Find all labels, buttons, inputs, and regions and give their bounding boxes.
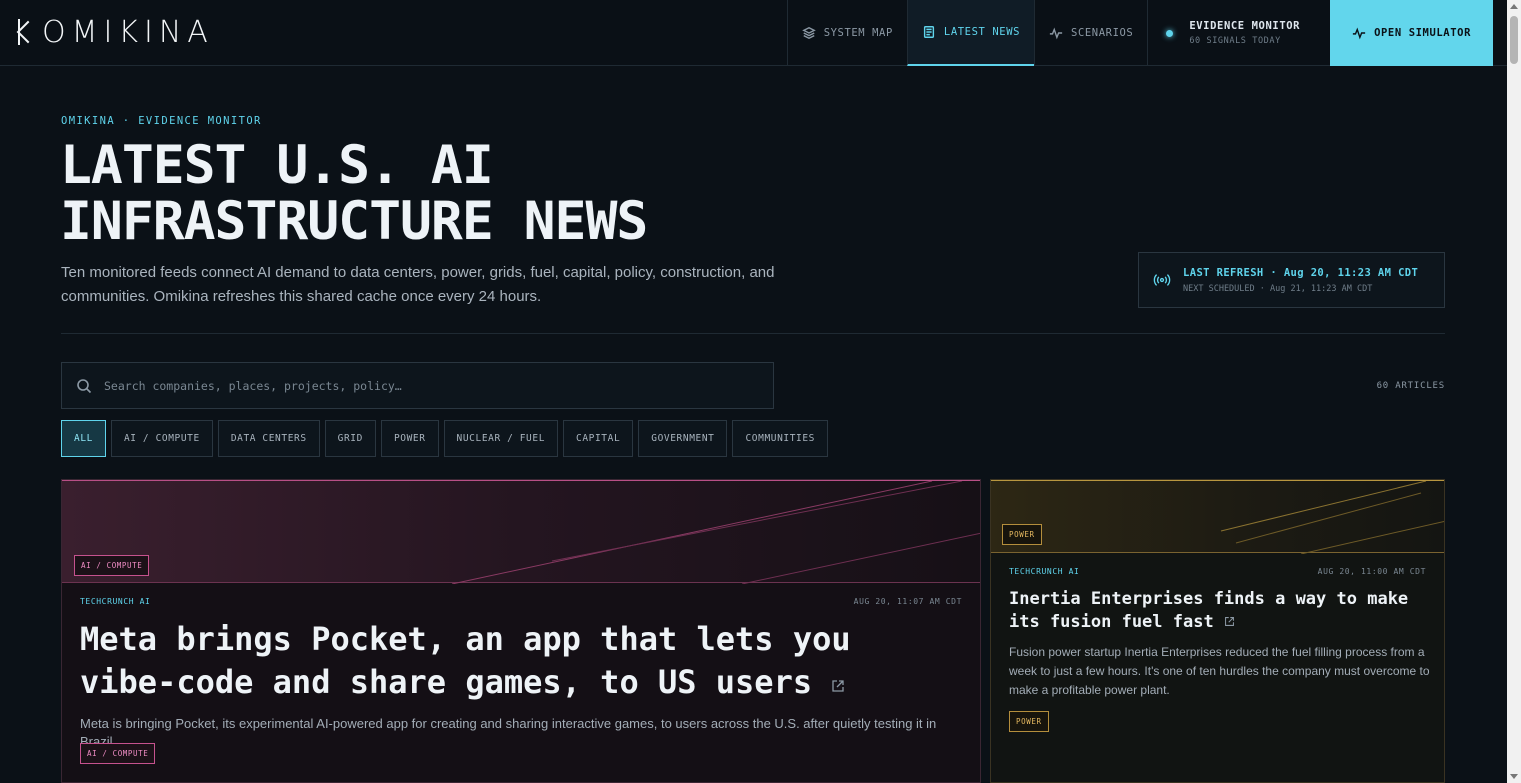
scroll-down-arrow-icon[interactable] [1510,774,1518,779]
nav-evidence-monitor[interactable]: EVIDENCE MONITOR 60 SIGNALS TODAY [1147,0,1330,66]
layers-icon [801,26,816,40]
open-simulator-label: OPEN SIMULATOR [1374,27,1471,39]
page-scrollbar[interactable] [1507,0,1521,783]
category-filters: ALL AI / COMPUTE DATA CENTERS GRID POWER… [61,420,828,457]
nav-latest-news[interactable]: LATEST NEWS [906,0,1035,66]
scroll-up-arrow-icon[interactable] [1510,4,1518,9]
filter-ai-compute[interactable]: AI / COMPUTE [110,420,213,457]
article-tag[interactable]: AI / COMPUTE [80,743,156,764]
article-date: AUG 20, 11:07 AM CDT [853,597,962,606]
pulse-icon [1352,27,1366,40]
filter-data-centers[interactable]: DATA CENTERS [217,420,320,457]
article-source: TECHCRUNCH AI [80,597,151,606]
main-nav: SYSTEM MAP LATEST NEWS SCENARIOS EVIDENC… [786,0,1493,66]
search-icon [77,378,92,393]
brand-logo[interactable]: OMIKINA [16,14,214,50]
page-title-line-2: INFRASTRUCTURE NEWS [60,191,648,252]
article-card[interactable]: POWER TECHCRUNCH AI AUG 20, 11:00 AM CDT… [990,479,1445,783]
monitor-title: EVIDENCE MONITOR [1189,20,1301,32]
filter-nuclear-fuel[interactable]: NUCLEAR / FUEL [443,420,559,457]
article-category-badge[interactable]: POWER [1002,524,1042,545]
external-link-icon [1224,611,1235,634]
page-description: Ten monitored feeds connect AI demand to… [61,264,775,305]
nav-system-map[interactable]: SYSTEM MAP [786,0,907,66]
page-title: LATEST U.S. AI INFRASTRUCTURE NEWS [60,138,880,250]
next-scheduled-text: NEXT SCHEDULED · Aug 21, 11:23 AM CDT [1183,283,1373,294]
monitor-signal-count: 60 SIGNALS TODAY [1189,36,1281,46]
article-headline-link[interactable]: Inertia Enterprises finds a way to make … [1009,588,1429,634]
open-simulator-button[interactable]: OPEN SIMULATOR [1330,0,1493,66]
external-link-icon [831,661,845,704]
filter-capital[interactable]: CAPITAL [563,420,634,457]
filter-power[interactable]: POWER [380,420,439,457]
article-category-badge[interactable]: AI / COMPUTE [74,555,150,576]
filter-government[interactable]: GOVERNMENT [638,420,728,457]
section-divider [61,333,1445,334]
article-banner: POWER [991,480,1444,554]
article-count: 60 ARTICLES [1376,381,1445,391]
search-input[interactable] [104,378,744,393]
status-dot-icon [1166,29,1174,37]
filter-grid[interactable]: GRID [324,420,376,457]
pulse-icon [1049,27,1063,40]
nav-latest-news-label: LATEST NEWS [943,26,1021,38]
brand-name: OMIKINA [42,14,214,50]
newspaper-icon [923,26,934,38]
banner-lines-decoration [1220,481,1444,554]
page-title-line-1: LATEST U.S. AI [60,135,494,196]
article-summary: Meta is bringing Pocket, its experimenta… [80,716,937,749]
article-tag[interactable]: POWER [1009,711,1049,732]
logo-k-mark [16,19,36,45]
top-navigation-bar: OMIKINA SYSTEM MAP LATEST NEWS SCENARIOS… [0,0,1507,66]
filter-all[interactable]: ALL [61,420,106,457]
banner-lines-decoration [451,481,980,584]
nav-scenarios-label: SCENARIOS [1071,27,1134,39]
nav-scenarios[interactable]: SCENARIOS [1034,0,1147,66]
article-date: AUG 20, 11:00 AM CDT [1317,567,1426,576]
article-headline: Inertia Enterprises finds a way to make … [1009,589,1409,632]
article-banner: AI / COMPUTE [62,480,980,584]
nav-system-map-label: SYSTEM MAP [823,27,893,39]
article-headline-link[interactable]: Meta brings Pocket, an app that lets you… [80,618,940,704]
featured-article-card[interactable]: AI / COMPUTE TECHCRUNCH AI AUG 20, 11:07… [61,479,981,783]
article-summary: Fusion power startup Inertia Enterprises… [1009,645,1430,697]
scrollbar-thumb[interactable] [1510,16,1518,64]
article-headline: Meta brings Pocket, an app that lets you… [80,620,851,701]
filter-communities[interactable]: COMMUNITIES [732,420,828,457]
search-box[interactable] [61,362,774,409]
broadcast-icon [1153,274,1171,286]
article-source: TECHCRUNCH AI [1009,567,1080,576]
last-refresh-text: LAST REFRESH · Aug 20, 11:23 AM CDT [1183,266,1419,279]
refresh-status-panel: LAST REFRESH · Aug 20, 11:23 AM CDT NEXT… [1138,252,1445,308]
page-eyebrow: OMIKINA · EVIDENCE MONITOR [61,115,262,127]
